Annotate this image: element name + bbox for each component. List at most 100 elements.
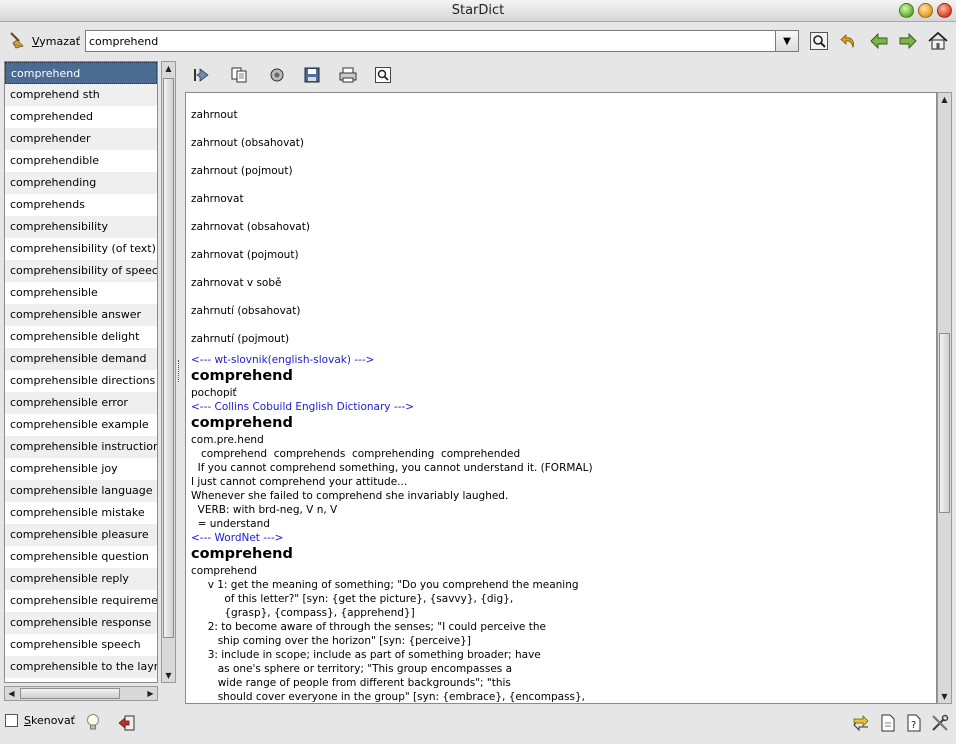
dict-body: pochopiť — [191, 386, 932, 400]
word-list-vertical-scrollbar[interactable]: ▲ ▼ — [161, 61, 176, 683]
scroll-right-icon[interactable]: ▶ — [144, 687, 157, 700]
new-document-icon[interactable] — [877, 712, 899, 734]
definition-line: v 1: get the meaning of something; "Do y… — [191, 579, 579, 591]
lightbulb-icon[interactable] — [82, 712, 104, 734]
word-list[interactable]: comprehend comprehend sth comprehended comp… — [4, 61, 158, 683]
word-list-item[interactable]: comprehensibility — [5, 216, 157, 238]
minimize-button[interactable] — [899, 3, 914, 18]
word-list-item[interactable]: comprehensible answer — [5, 304, 157, 326]
dict-body: comprehend v 1: get the meaning of somet… — [191, 564, 932, 703]
copy-icon[interactable] — [228, 64, 250, 86]
help-icon[interactable]: ? — [903, 712, 925, 734]
dict-name: <--- Collins Cobuild English Dictionary … — [191, 401, 414, 413]
pronounce-icon[interactable] — [266, 64, 288, 86]
word-list-item[interactable]: comprehending — [5, 172, 157, 194]
first-icon[interactable] — [190, 64, 212, 86]
definition-line: 2: to become aware of through the senses… — [191, 621, 546, 633]
definition-line: VERB: with brd-neg, V n, V — [191, 504, 338, 516]
home-icon[interactable] — [926, 30, 950, 52]
word-list-item[interactable]: comprehendible — [5, 150, 157, 172]
quit-icon[interactable] — [116, 712, 138, 734]
word-list-item[interactable]: comprehensible to the layman — [5, 656, 157, 678]
headword: comprehend — [191, 546, 293, 562]
print-icon[interactable] — [337, 64, 359, 86]
word-list-item[interactable]: comprehensible response — [5, 612, 157, 634]
word-list-item[interactable]: comprehensible instruction — [5, 436, 157, 458]
definition-line: I just cannot comprehend your attitude..… — [191, 476, 408, 488]
back-icon[interactable] — [837, 30, 861, 52]
hit-word[interactable]: zahrnout (pojmout) — [191, 157, 932, 185]
clear-button[interactable]: Vymazať — [8, 30, 80, 52]
word-list-item[interactable]: comprehends — [5, 194, 157, 216]
definition-view[interactable]: zahrnout zahrnout (obsahovat) zahrnout (po… — [185, 92, 937, 704]
scroll-up-icon[interactable]: ▲ — [938, 93, 951, 106]
word-list-item[interactable]: comprehend sth — [5, 84, 157, 106]
dict-name: <--- WordNet ---> — [191, 532, 284, 544]
word-list-horizontal-scrollbar[interactable]: ◀ ▶ — [4, 686, 158, 701]
scroll-up-icon[interactable]: ▲ — [162, 62, 175, 75]
word-list-item[interactable]: comprehensible demand — [5, 348, 157, 370]
definition-line: If you cannot comprehend something, you … — [191, 462, 593, 474]
word-list-item[interactable]: comprehensible language — [5, 480, 157, 502]
dropdown-arrow-icon[interactable]: ▼ — [775, 30, 799, 52]
next-icon[interactable] — [896, 30, 920, 52]
status-bar: Skenovať ? — [0, 708, 956, 738]
save-icon[interactable] — [301, 64, 323, 86]
scroll-thumb[interactable] — [20, 688, 120, 699]
definition-line: ship coming over the horizon" [syn: {per… — [191, 635, 471, 647]
preferences-icon[interactable] — [929, 712, 951, 734]
word-list-item[interactable]: comprehensible mistake — [5, 502, 157, 524]
word-list-item[interactable]: comprehensibility of speech — [5, 260, 157, 282]
hit-word[interactable]: zahrnout (obsahovat) — [191, 129, 932, 157]
scroll-thumb[interactable] — [939, 333, 950, 513]
hit-word[interactable]: zahrnout — [191, 101, 932, 129]
word-list-item[interactable]: comprehensible requirement — [5, 590, 157, 612]
definition-line: should cover everyone in the group" [syn… — [191, 691, 585, 703]
close-button[interactable] — [937, 3, 952, 18]
main-toolbar: Vymazať ▼ — [0, 26, 956, 56]
word-list-item[interactable]: comprehended — [5, 106, 157, 128]
maximize-button[interactable] — [918, 3, 933, 18]
prev-icon[interactable] — [867, 30, 891, 52]
search-input[interactable] — [85, 30, 775, 52]
search-combo[interactable]: ▼ — [85, 30, 801, 52]
definition-vertical-scrollbar[interactable]: ▲ ▼ — [937, 92, 952, 704]
pane-splitter[interactable] — [178, 360, 183, 382]
definition-line: = understand — [191, 518, 270, 530]
word-list-item[interactable]: comprehensible delight — [5, 326, 157, 348]
fuzzy-hits: zahrnout zahrnout (obsahovat) zahrnout (po… — [191, 101, 932, 353]
scan-checkbox[interactable] — [5, 714, 18, 727]
word-list-item[interactable]: comprehensible — [5, 282, 157, 304]
word-list-item[interactable]: comprehensible speech — [5, 634, 157, 656]
definition-line: 3: include in scope; include as part of … — [191, 649, 541, 661]
word-list-item[interactable]: comprehensible reply — [5, 568, 157, 590]
scan-label: Skenovať — [24, 714, 75, 727]
clear-button-label: Vymazať — [32, 34, 81, 48]
scroll-left-icon[interactable]: ◀ — [5, 687, 18, 700]
word-list-item[interactable]: comprehensible error — [5, 392, 157, 414]
search-in-text-icon[interactable] — [372, 64, 394, 86]
definition-content: zahrnout zahrnout (obsahovat) zahrnout (po… — [191, 101, 932, 703]
scroll-down-icon[interactable]: ▼ — [938, 690, 951, 703]
manage-dicts-icon[interactable] — [850, 712, 872, 734]
hit-word[interactable]: zahrnutí (pojmout) — [191, 325, 932, 353]
hit-word[interactable]: zahrnutí (obsahovat) — [191, 297, 932, 325]
title-bar: StarDict — [0, 0, 956, 22]
find-icon[interactable] — [807, 30, 831, 52]
scroll-thumb[interactable] — [163, 78, 174, 638]
scroll-down-icon[interactable]: ▼ — [162, 669, 175, 682]
word-list-item[interactable]: comprehensible question — [5, 546, 157, 568]
word-list-item[interactable]: comprehensible example — [5, 414, 157, 436]
word-list-item[interactable]: comprehensible pleasure — [5, 524, 157, 546]
word-list-item[interactable]: comprehensibility (of text) — [5, 238, 157, 260]
word-list-item[interactable]: comprehend — [5, 62, 157, 84]
hit-word[interactable]: zahrnovat v sobě — [191, 269, 932, 297]
scan-toggle[interactable]: Skenovať — [5, 714, 75, 727]
word-list-item[interactable]: comprehensible joy — [5, 458, 157, 480]
word-list-item[interactable]: comprehender — [5, 128, 157, 150]
hit-word[interactable]: zahrnovat (obsahovat) — [191, 213, 932, 241]
hit-word[interactable]: zahrnovat (pojmout) — [191, 241, 932, 269]
hit-word[interactable]: zahrnovat — [191, 185, 932, 213]
broom-icon — [8, 31, 28, 52]
word-list-item[interactable]: comprehensible directions — [5, 370, 157, 392]
